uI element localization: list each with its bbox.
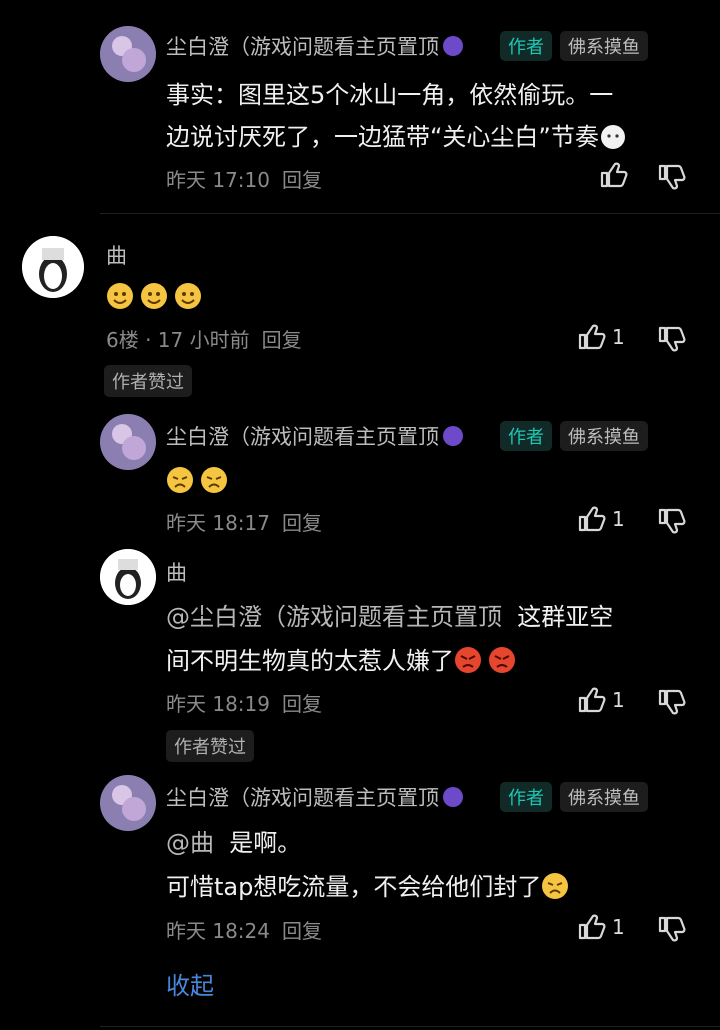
reply-button[interactable]: 回复 — [282, 919, 322, 943]
thumb-down-icon[interactable] — [656, 506, 686, 536]
comment-time: 昨天 18:19 — [166, 692, 270, 716]
comment-author-name[interactable]: 尘白澄（游戏问题看主页置顶 — [166, 421, 463, 451]
reply-button[interactable]: 回复 — [282, 168, 322, 192]
comment-text-line: 可惜tap想吃流量，不会给他们封了 — [166, 866, 575, 908]
title-tag: 佛系摸鱼 — [560, 782, 648, 812]
thumb-up-icon[interactable] — [576, 504, 606, 534]
thumb-up-icon[interactable] — [576, 912, 606, 942]
emoji-icon — [140, 282, 168, 310]
title-tag: 佛系摸鱼 — [560, 421, 648, 451]
avatar[interactable] — [22, 236, 84, 298]
angry-emoji-icon — [454, 645, 482, 673]
comment-author-name[interactable]: 曲 — [106, 240, 127, 270]
vip-badge-icon — [443, 426, 463, 446]
comment-text-line: @尘白澄（游戏问题看主页置顶 这群亚空 — [166, 603, 614, 631]
thumb-up-icon[interactable] — [576, 685, 606, 715]
comment-meta: 6楼 · 17 小时前 回复 — [106, 324, 314, 353]
emoji-row — [106, 282, 208, 310]
title-tag: 佛系摸鱼 — [560, 31, 648, 61]
avatar[interactable] — [100, 549, 156, 605]
like-count: 1 — [612, 325, 625, 349]
vip-badge-icon — [443, 36, 463, 56]
comment-meta: 昨天 17:10 回复 — [166, 164, 334, 193]
comment-time: 昨天 18:24 — [166, 919, 270, 943]
thumb-up-icon[interactable] — [598, 160, 628, 190]
mention-link[interactable]: @尘白澄（游戏问题看主页置顶 — [166, 603, 502, 631]
reply-button[interactable]: 回复 — [262, 328, 302, 352]
comment-meta: 昨天 18:17 回复 — [166, 507, 334, 536]
comment-author-name[interactable]: 曲 — [166, 557, 187, 587]
comment-meta: 昨天 18:19 回复 — [166, 688, 334, 717]
mention-link[interactable]: @曲 — [166, 829, 214, 857]
author-tag: 作者 — [500, 421, 552, 451]
avatar[interactable] — [100, 26, 156, 82]
angry-emoji-icon — [488, 645, 516, 673]
sad-emoji-icon — [166, 466, 194, 494]
comment-text-line: @曲 是啊。 — [166, 829, 302, 857]
comment-text-line: 边说讨厌死了，一边猛带“关心尘白”节奏 — [166, 116, 633, 158]
thumb-down-icon[interactable] — [656, 324, 686, 354]
emoji-icon — [174, 282, 202, 310]
divider — [100, 1026, 720, 1027]
cat-emoji-icon — [599, 121, 627, 149]
comment-meta: 昨天 18:24 回复 — [166, 915, 334, 944]
vip-badge-icon — [443, 787, 463, 807]
sad-emoji-icon — [541, 871, 569, 899]
like-count: 1 — [612, 915, 625, 939]
author-liked-badge: 作者赞过 — [166, 730, 254, 762]
sad-emoji-icon — [200, 466, 228, 494]
floor-time: 6楼 · 17 小时前 — [106, 328, 250, 352]
thumb-up-icon[interactable] — [576, 322, 606, 352]
avatar[interactable] — [100, 775, 156, 831]
avatar[interactable] — [100, 414, 156, 470]
like-count: 1 — [612, 507, 625, 531]
thumb-down-icon[interactable] — [656, 687, 686, 717]
author-tag: 作者 — [500, 31, 552, 61]
comment-time: 昨天 17:10 — [166, 168, 270, 192]
reply-button[interactable]: 回复 — [282, 511, 322, 535]
comment-text-line: 间不明生物真的太惹人嫌了 — [166, 640, 522, 682]
emoji-icon — [106, 282, 134, 310]
emoji-row — [166, 466, 234, 494]
comment-text-line: 事实：图里这5个冰山一角，依然偷玩。一 — [166, 81, 614, 109]
reply-button[interactable]: 回复 — [282, 692, 322, 716]
thumb-down-icon[interactable] — [656, 162, 686, 192]
collapse-button[interactable]: 收起 — [166, 966, 214, 1001]
divider — [100, 213, 720, 214]
comment-author-name[interactable]: 尘白澄（游戏问题看主页置顶 — [166, 782, 463, 812]
like-count: 1 — [612, 688, 625, 712]
author-liked-badge: 作者赞过 — [104, 365, 192, 397]
comment-time: 昨天 18:17 — [166, 511, 270, 535]
comment-author-name[interactable]: 尘白澄（游戏问题看主页置顶 — [166, 31, 463, 61]
author-tag: 作者 — [500, 782, 552, 812]
thumb-down-icon[interactable] — [656, 914, 686, 944]
